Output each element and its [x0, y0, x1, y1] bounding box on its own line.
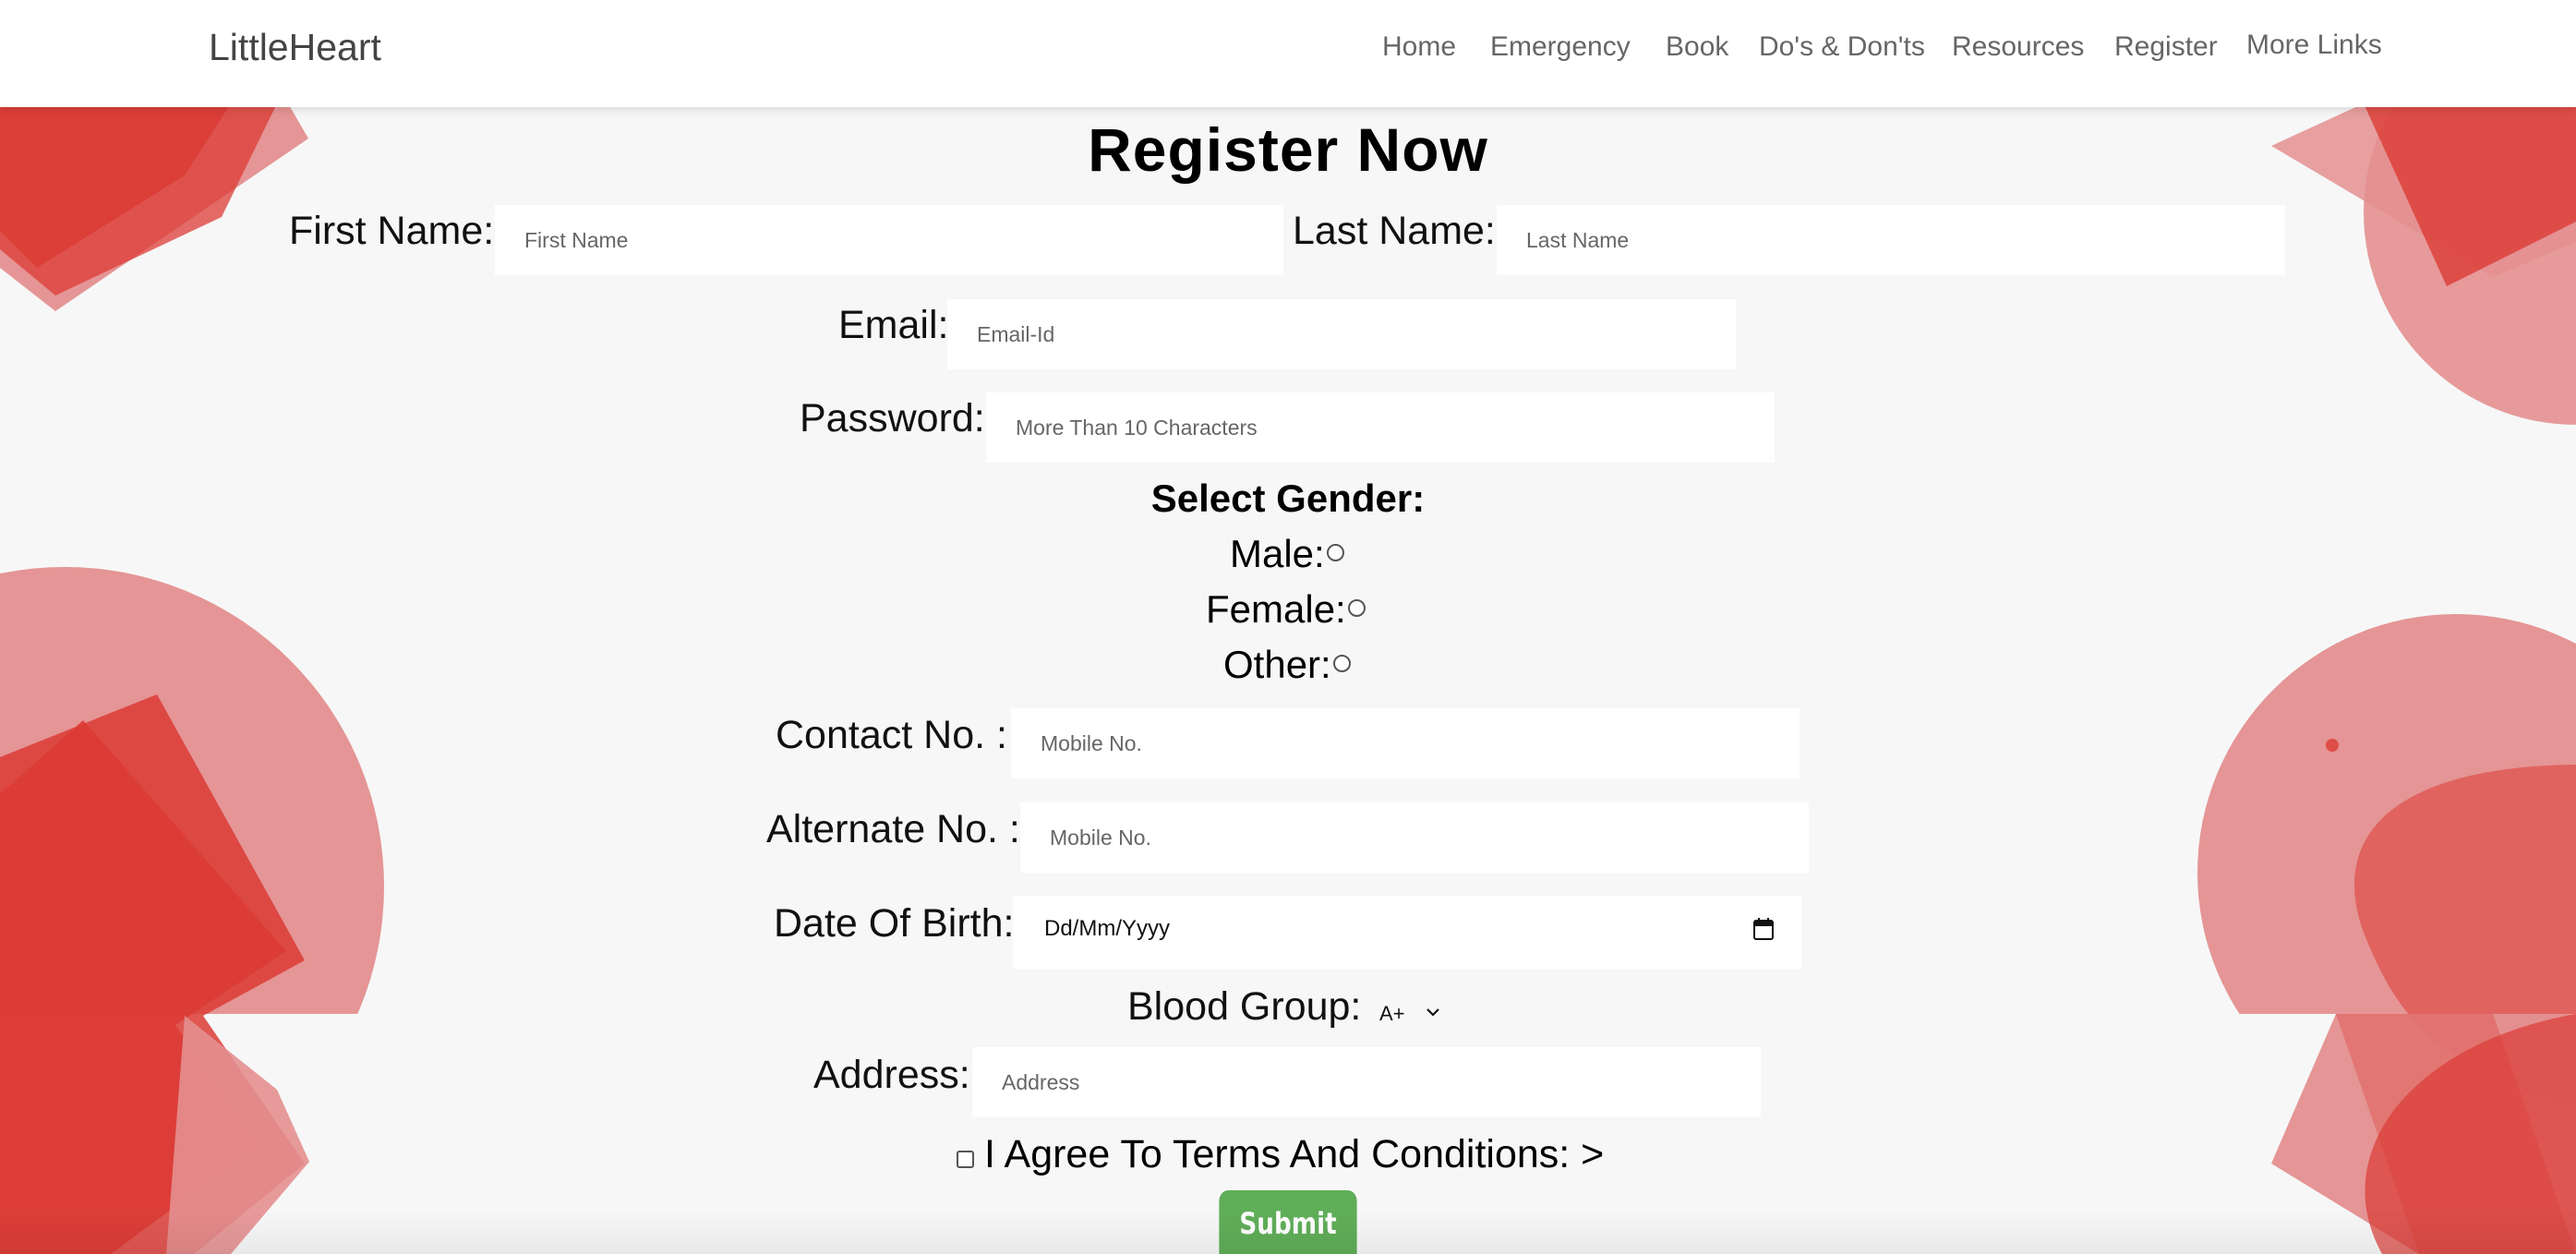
- password-label: Password:: [800, 396, 985, 440]
- gender-option-female: Female:: [1206, 587, 1366, 632]
- email-input[interactable]: [947, 299, 1736, 369]
- navbar: LittleHeart Home Emergency Book Do's & D…: [0, 0, 2576, 107]
- blood-group-label: Blood Group:: [1127, 984, 1362, 1029]
- nav-links: Home Emergency Book Do's & Don'ts Resour…: [0, 30, 2576, 68]
- gender-option-male: Male:: [1230, 532, 1344, 576]
- registration-form: Register Now First Name: Last Name: Emai…: [0, 0, 2576, 1254]
- nav-link-register[interactable]: Register: [2114, 31, 2218, 63]
- last-name-input[interactable]: [1497, 205, 2285, 275]
- nav-link-emergency[interactable]: Emergency: [1490, 31, 1631, 63]
- gender-other-label: Other:: [1223, 643, 1331, 686]
- first-name-input[interactable]: [495, 205, 1283, 275]
- nav-link-dos-donts[interactable]: Do's & Don'ts: [1759, 31, 1925, 63]
- dob-value: Dd/Mm/Yyyy: [1044, 916, 1171, 941]
- first-name-label: First Name:: [289, 209, 495, 253]
- address-label: Address:: [813, 1053, 970, 1097]
- gender-title: Select Gender:: [1150, 476, 1426, 520]
- contact-label: Contact No. :: [776, 713, 1007, 757]
- dob-label: Date Of Birth:: [774, 901, 1015, 946]
- contact-input[interactable]: [1011, 708, 1800, 778]
- page-title: Register Now: [1088, 115, 1488, 184]
- gender-male-label: Male:: [1230, 532, 1325, 575]
- nav-link-book[interactable]: Book: [1666, 31, 1728, 63]
- chevron-down-icon: [1426, 1008, 1439, 1017]
- password-input[interactable]: [986, 392, 1775, 463]
- blood-group-select[interactable]: A+: [1376, 995, 1448, 1032]
- last-name-label: Last Name:: [1293, 209, 1496, 253]
- calendar-icon[interactable]: [1753, 918, 1774, 940]
- gender-female-radio[interactable]: [1347, 599, 1366, 618]
- terms-checkbox[interactable]: [957, 1151, 974, 1168]
- alternate-input[interactable]: [1020, 802, 1809, 873]
- gender-option-other: Other:: [1223, 643, 1351, 687]
- nav-link-more-links[interactable]: More Links: [2246, 30, 2382, 61]
- terms-label[interactable]: I Agree To Terms And Conditions: >: [984, 1132, 1604, 1177]
- gender-other-radio[interactable]: [1332, 655, 1351, 673]
- gender-female-label: Female:: [1206, 587, 1346, 631]
- address-input[interactable]: [972, 1047, 1761, 1117]
- dob-input[interactable]: Dd/Mm/Yyyy: [1013, 896, 1801, 969]
- alternate-label: Alternate No. :: [766, 807, 1020, 851]
- submit-button[interactable]: Submit: [1219, 1190, 1357, 1254]
- nav-link-home[interactable]: Home: [1382, 31, 1456, 63]
- nav-link-resources[interactable]: Resources: [1952, 31, 2084, 63]
- email-label: Email:: [838, 303, 949, 347]
- blood-group-value: A+: [1379, 1002, 1405, 1025]
- gender-male-radio[interactable]: [1326, 544, 1344, 562]
